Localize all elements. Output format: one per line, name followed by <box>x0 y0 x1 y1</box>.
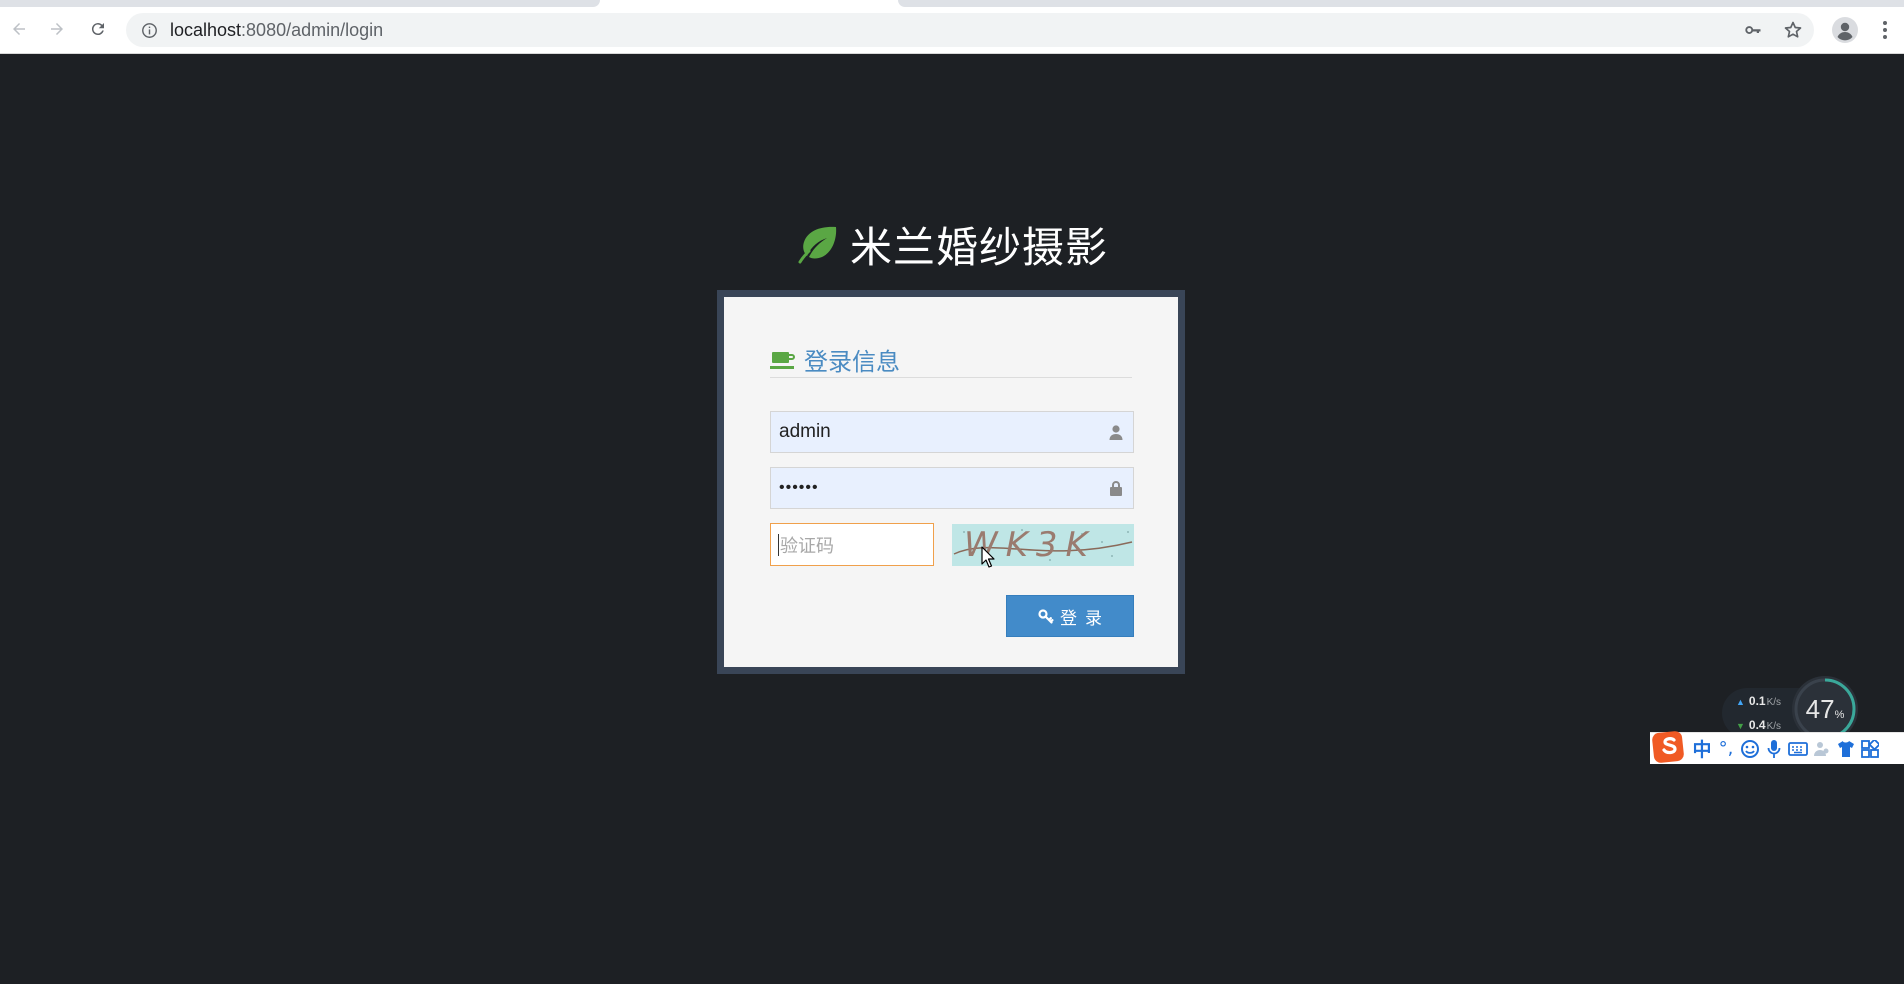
address-bar[interactable]: localhost:8080/admin/login <box>126 13 1814 47</box>
ime-mode-toggle[interactable]: 中 <box>1692 737 1712 761</box>
arrow-left-icon <box>13 23 25 35</box>
password-key-button[interactable] <box>1740 17 1766 43</box>
user-icon <box>1107 423 1125 441</box>
emoji-icon[interactable] <box>1740 737 1760 761</box>
back-button[interactable] <box>6 16 32 42</box>
tab-strip <box>0 0 1904 7</box>
browser-toolbar: localhost:8080/admin/login <box>0 0 1904 54</box>
reload-button[interactable] <box>85 16 111 42</box>
password-value: •••••• <box>779 479 819 496</box>
login-header: 登录信息 <box>770 342 1132 378</box>
captcha-placeholder: 验证码 <box>780 535 834 557</box>
arrow-right-icon <box>51 23 63 35</box>
arrow-up-icon: ▲ <box>1736 697 1745 707</box>
user-skin-icon[interactable] <box>1812 737 1832 761</box>
key-icon <box>1745 26 1761 34</box>
download-value: 0.4 <box>1748 718 1766 732</box>
key-icon <box>1038 609 1054 624</box>
brand-heading: 米兰婚纱摄影 <box>0 218 1904 272</box>
login-header-title: 登录信息 <box>804 348 900 376</box>
tab-inactive-right[interactable] <box>898 0 1904 7</box>
info-icon[interactable] <box>140 21 158 39</box>
url-path: :8080/admin/login <box>241 19 384 40</box>
arrow-down-icon: ▼ <box>1736 721 1745 731</box>
lock-icon <box>1107 479 1125 497</box>
tab-inactive-left[interactable] <box>0 0 600 7</box>
network-monitor-widget[interactable]: ▲ 0.1 K/s ▼ 0.4 K/s 47% <box>1722 676 1858 742</box>
captcha-graphic: WK3K <box>952 524 1134 566</box>
usage-percent: 47% <box>1802 694 1848 725</box>
ime-punctuation-toggle[interactable]: °, <box>1716 737 1736 761</box>
toolbox-grid-icon[interactable] <box>1860 737 1880 761</box>
coffee-icon <box>770 351 795 369</box>
login-panel: 登录信息 admin •••••• 验证码 WK3K 登录 <box>724 297 1178 667</box>
url-text: localhost:8080/admin/login <box>170 20 383 41</box>
forward-button[interactable] <box>44 16 70 42</box>
avatar-icon <box>1832 17 1858 43</box>
upload-value: 0.1 <box>1748 694 1766 708</box>
shirt-icon[interactable] <box>1836 737 1856 761</box>
keyboard-icon[interactable] <box>1788 737 1808 761</box>
upload-speed: ▲ 0.1 K/s <box>1736 694 1781 708</box>
browser-menu-button[interactable] <box>1872 17 1898 43</box>
usage-percent-symbol: % <box>1834 709 1845 721</box>
text-caret <box>778 533 779 556</box>
captcha-input[interactable]: 验证码 <box>770 523 934 566</box>
bookmark-button[interactable] <box>1780 17 1806 43</box>
leaf-icon <box>798 226 837 264</box>
reload-icon <box>91 23 104 36</box>
brand-title: 米兰婚纱摄影 <box>849 222 1108 272</box>
captcha-image[interactable]: WK3K <box>952 524 1134 566</box>
download-speed: ▼ 0.4 K/s <box>1736 718 1781 732</box>
ime-toolbar: 中 °, <box>1650 730 1904 764</box>
login-button-label: 登录 <box>1060 608 1110 629</box>
password-field[interactable]: •••••• <box>770 467 1134 509</box>
login-box: 登录信息 admin •••••• 验证码 WK3K 登录 <box>717 290 1185 674</box>
captcha-text: WK3K <box>964 525 1096 565</box>
login-button[interactable]: 登录 <box>1006 595 1134 637</box>
username-value: admin <box>779 421 831 442</box>
microphone-icon[interactable] <box>1764 737 1784 761</box>
username-field[interactable]: admin <box>770 411 1134 453</box>
more-vert-icon <box>1883 21 1887 39</box>
usage-percent-value: 47 <box>1805 694 1835 724</box>
star-icon <box>1784 21 1802 38</box>
profile-button[interactable] <box>1830 15 1860 45</box>
url-host: localhost <box>170 19 242 40</box>
upload-unit: K/s <box>1766 697 1782 708</box>
sogou-logo-icon[interactable] <box>1650 730 1686 764</box>
download-unit: K/s <box>1766 721 1782 732</box>
